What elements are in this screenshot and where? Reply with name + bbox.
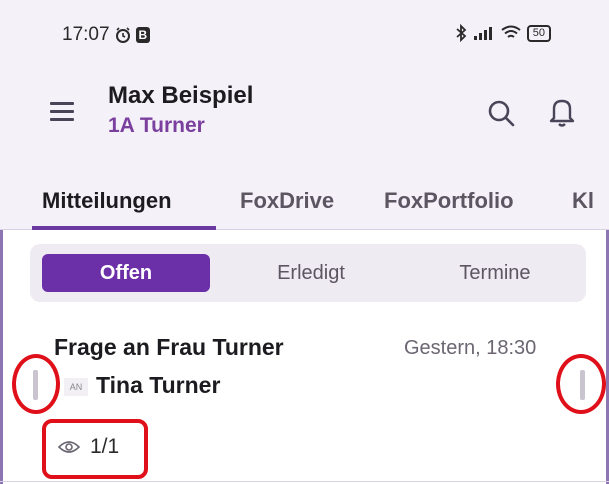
filter-erledigt[interactable]: Erledigt bbox=[226, 254, 396, 292]
tab-foxdrive[interactable]: FoxDrive bbox=[240, 188, 334, 214]
tab-mitteilungen[interactable]: Mitteilungen bbox=[42, 188, 172, 214]
search-icon[interactable] bbox=[486, 98, 516, 128]
sender-name: Tina Turner bbox=[96, 372, 221, 398]
filter-segment: Offen Erledigt Termine bbox=[30, 244, 586, 302]
status-time-group: 17:07 B bbox=[62, 24, 151, 46]
eye-icon bbox=[58, 441, 80, 453]
active-tab-indicator bbox=[32, 226, 216, 230]
message-title: Frage an Frau Turner bbox=[54, 334, 284, 360]
menu-icon[interactable] bbox=[50, 102, 74, 122]
filter-offen[interactable]: Offen bbox=[42, 254, 210, 292]
filter-termine[interactable]: Termine bbox=[410, 254, 580, 292]
message-date: Gestern, 18:30 bbox=[404, 337, 537, 359]
bell-icon[interactable] bbox=[548, 96, 576, 128]
user-name: Max Beispiel bbox=[108, 82, 254, 109]
class-name[interactable]: 1A Turner bbox=[108, 114, 205, 138]
read-receipt: 1/1 bbox=[58, 435, 119, 459]
b-badge: B bbox=[135, 27, 151, 43]
status-icons: 50 bbox=[455, 24, 551, 42]
tab-klasse[interactable]: Kl bbox=[572, 188, 594, 214]
list-divider bbox=[0, 481, 609, 482]
right-drag-handle[interactable] bbox=[580, 370, 585, 400]
bluetooth-icon bbox=[456, 24, 467, 42]
wifi-icon bbox=[501, 25, 521, 38]
tab-bar: Mitteilungen FoxDrive FoxPortfolio Kl bbox=[0, 175, 609, 230]
read-count: 1/1 bbox=[90, 435, 120, 458]
signal-icon bbox=[473, 27, 492, 40]
left-drag-handle[interactable] bbox=[33, 370, 38, 400]
sender-avatar: AN bbox=[64, 378, 88, 396]
status-time: 17:07 bbox=[62, 24, 110, 45]
tab-foxportfolio[interactable]: FoxPortfolio bbox=[384, 188, 514, 214]
alarm-icon bbox=[115, 27, 130, 43]
battery-icon: 50 bbox=[526, 24, 551, 42]
app-bar: Max Beispiel 1A Turner bbox=[0, 70, 609, 175]
